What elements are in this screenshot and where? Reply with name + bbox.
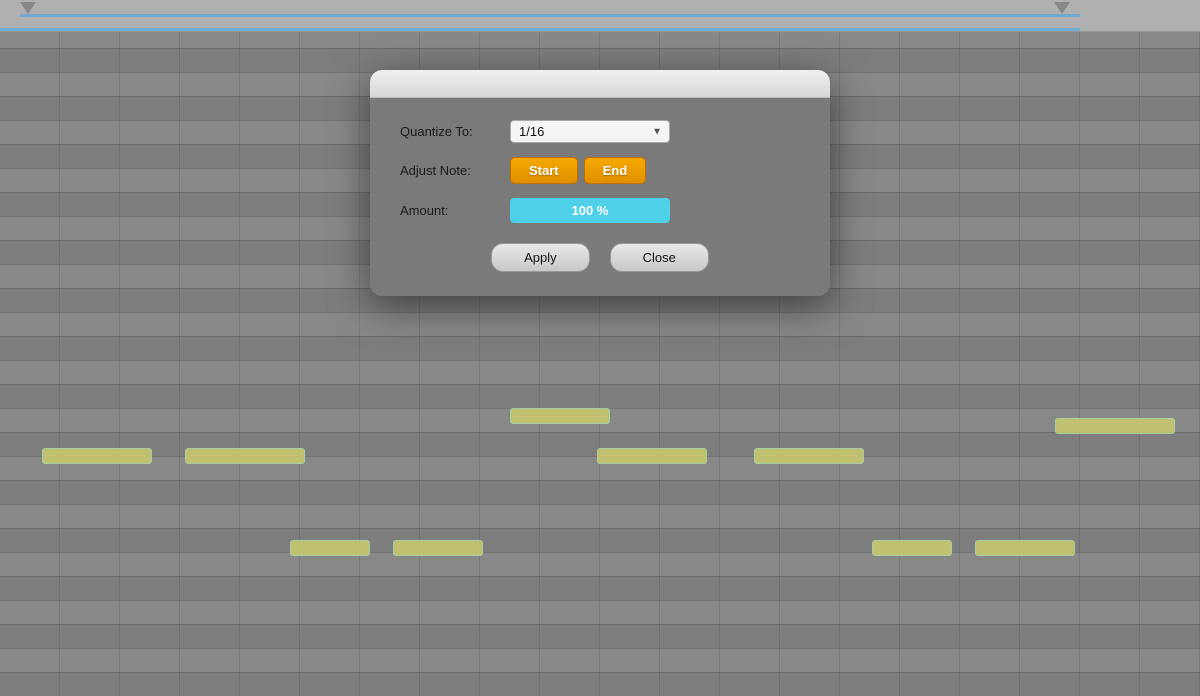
dialog-body: Quantize To: 1/4 1/8 1/16 1/32 1/64 Adju… (370, 98, 830, 296)
start-button[interactable]: Start (510, 157, 578, 184)
quantize-select-wrapper[interactable]: 1/4 1/8 1/16 1/32 1/64 (510, 120, 670, 143)
quantize-dialog: Quantize To: 1/4 1/8 1/16 1/32 1/64 Adju… (370, 70, 830, 296)
dialog-buttons: Apply Close (400, 243, 800, 272)
amount-label: Amount: (400, 203, 510, 218)
quantize-select[interactable]: 1/4 1/8 1/16 1/32 1/64 (510, 120, 670, 143)
close-button[interactable]: Close (610, 243, 709, 272)
dialog-overlay: Quantize To: 1/4 1/8 1/16 1/32 1/64 Adju… (0, 0, 1200, 696)
adjust-note-row: Adjust Note: Start End (400, 157, 800, 184)
adjust-note-label: Adjust Note: (400, 163, 510, 178)
end-button[interactable]: End (584, 157, 647, 184)
dialog-titlebar (370, 70, 830, 98)
apply-button[interactable]: Apply (491, 243, 590, 272)
amount-row: Amount: 100 % (400, 198, 800, 223)
quantize-label: Quantize To: (400, 124, 510, 139)
quantize-row: Quantize To: 1/4 1/8 1/16 1/32 1/64 (400, 120, 800, 143)
amount-field[interactable]: 100 % (510, 198, 670, 223)
